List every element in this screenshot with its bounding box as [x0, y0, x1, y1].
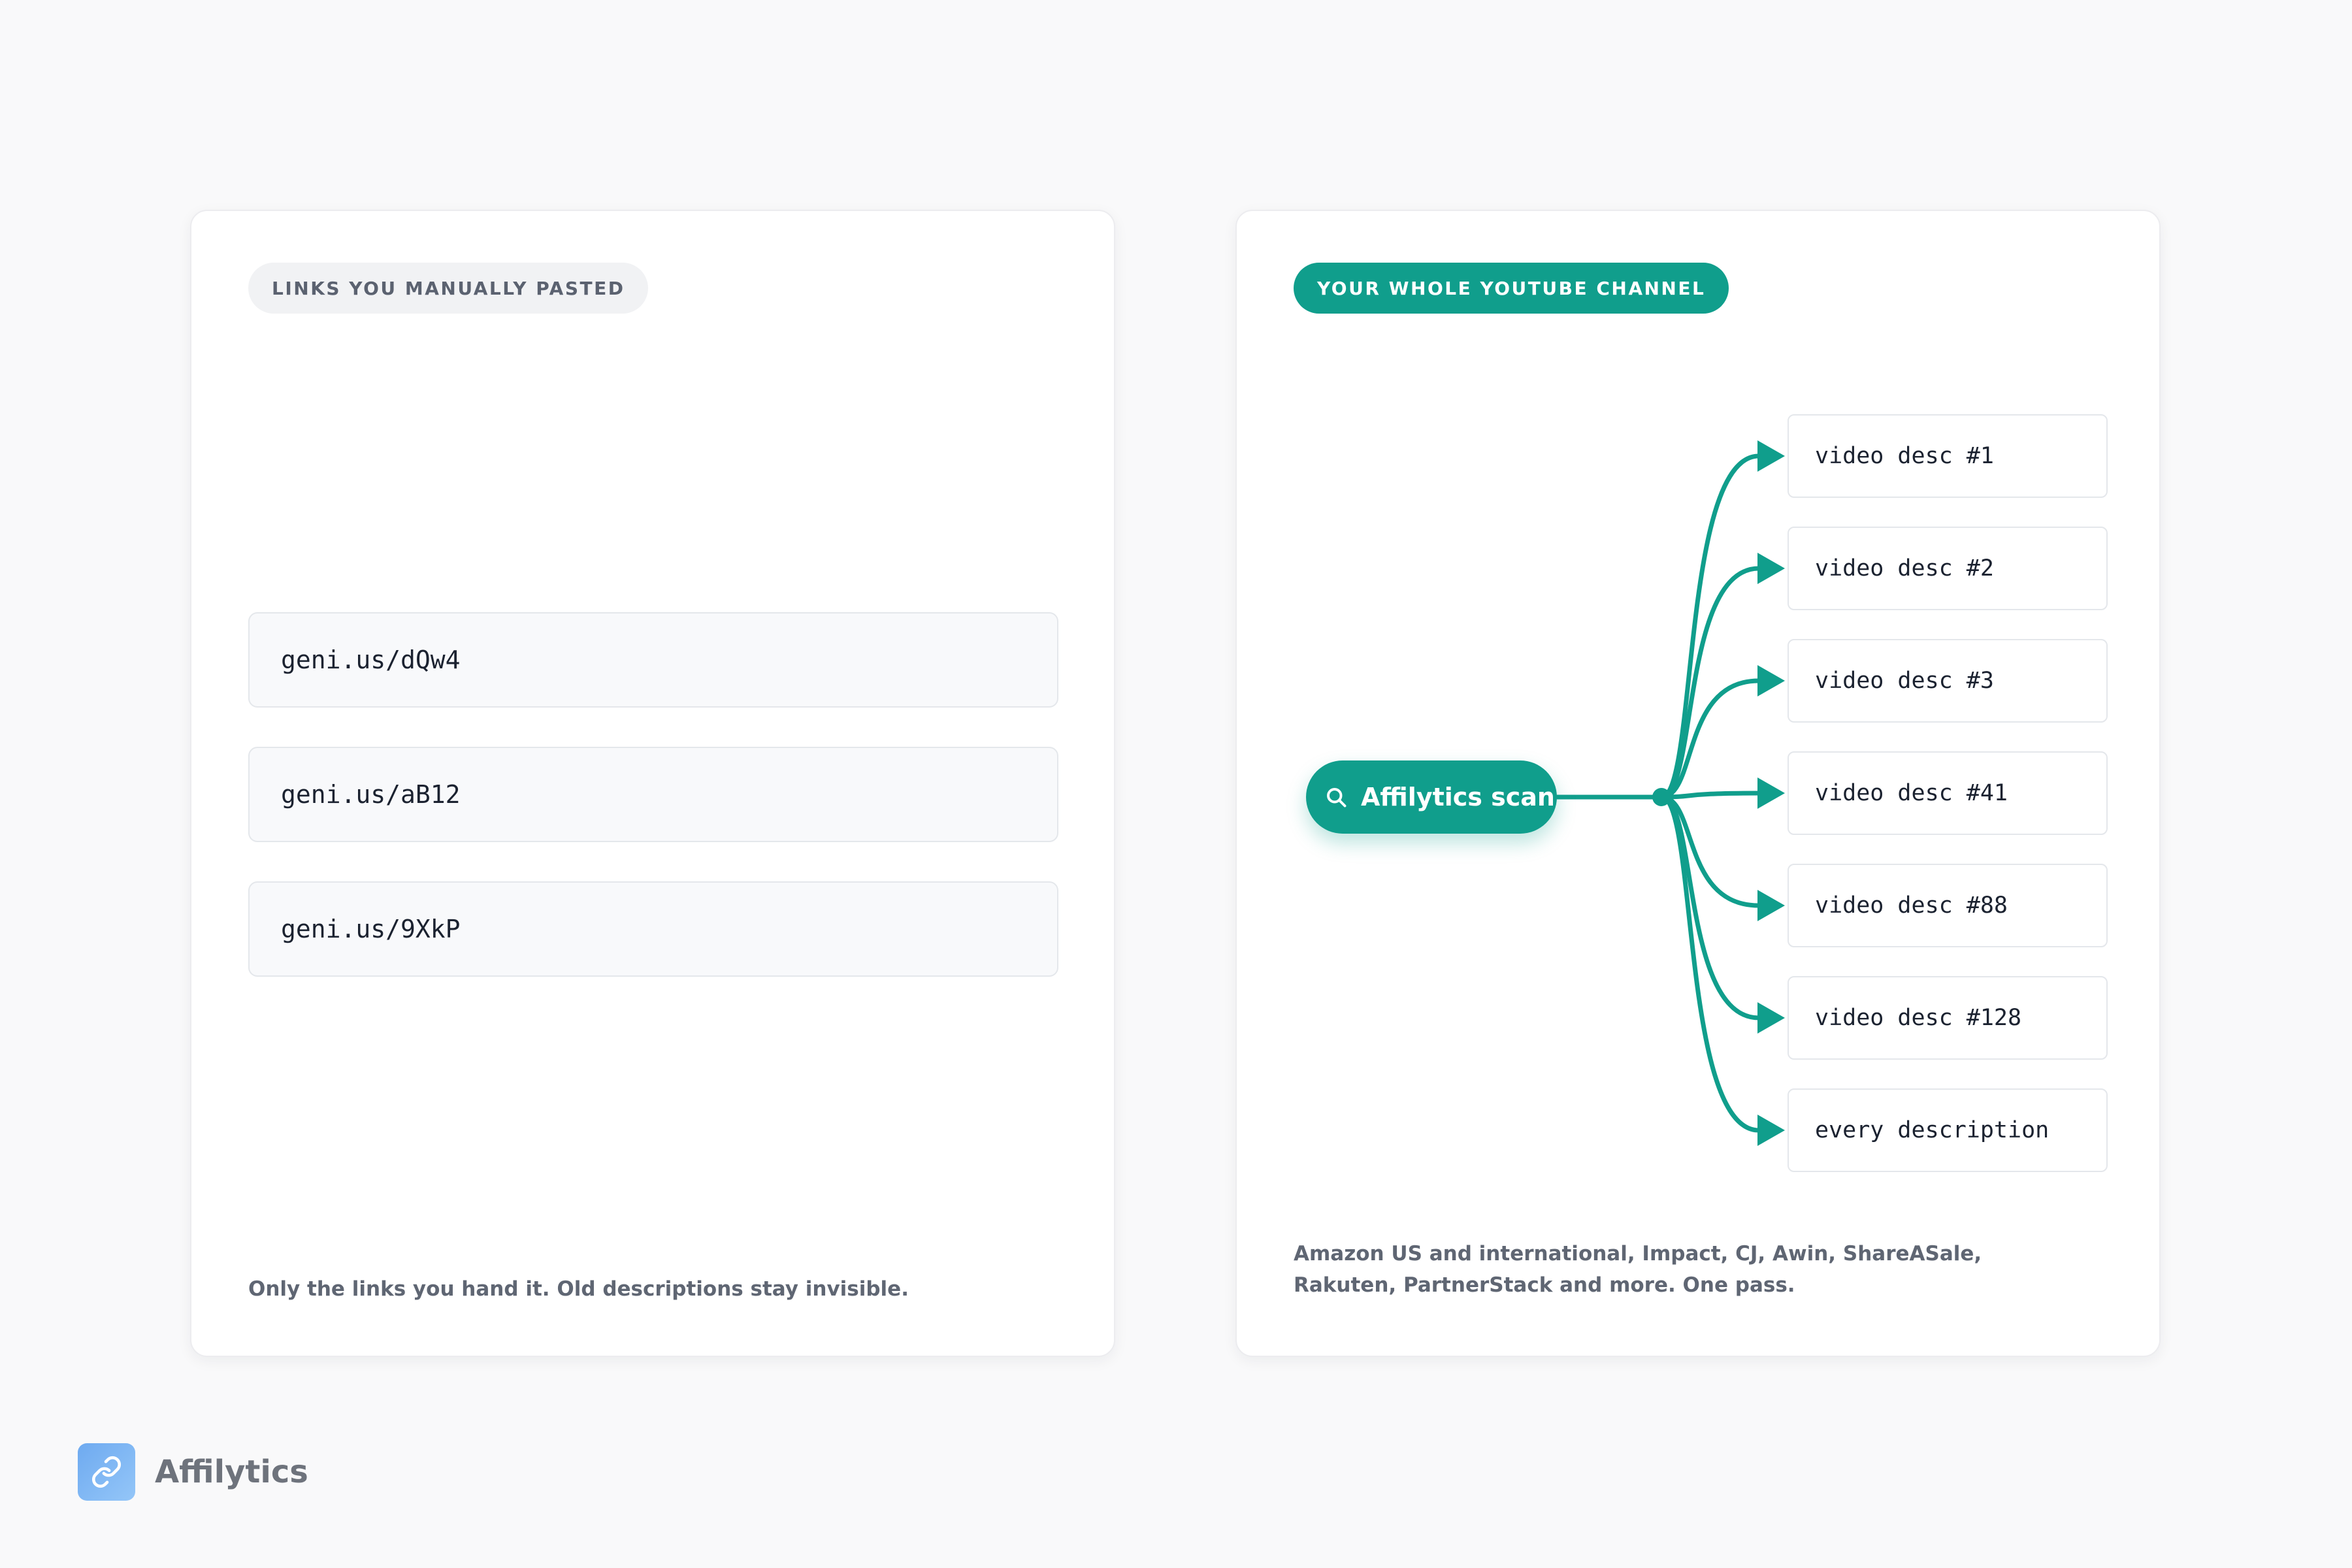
- video-description-box: video desc #88: [1788, 864, 2108, 947]
- arrow-head: [1757, 777, 1785, 809]
- video-description-box: video desc #3: [1788, 639, 2108, 723]
- link-row: geni.us/aB12: [248, 747, 1058, 842]
- branch-line: [1659, 453, 1761, 800]
- video-description-box: video desc #128: [1788, 976, 2108, 1060]
- channel-scan-card: YOUR WHOLE YOUTUBE CHANNEL video desc #1…: [1235, 210, 2161, 1357]
- arrow-head: [1757, 1002, 1785, 1034]
- branch-line: [1659, 791, 1761, 800]
- arrow-head: [1757, 665, 1785, 696]
- link-icon: [78, 1443, 135, 1501]
- brand-lockup: Affilytics: [78, 1443, 308, 1501]
- channel-caption: Amazon US and international, Impact, CJ,…: [1294, 1242, 1982, 1297]
- scan-button-label: Affilytics scan: [1361, 783, 1555, 811]
- branch-hub: [1652, 788, 1671, 806]
- video-description-box: every description: [1788, 1088, 2108, 1172]
- manual-links-caption: Only the links you hand it. Old descript…: [248, 1277, 909, 1301]
- arrow-head: [1757, 440, 1785, 472]
- arrow-head: [1757, 1115, 1785, 1146]
- link-row: geni.us/dQw4: [248, 612, 1058, 708]
- link-row: geni.us/9XkP: [248, 881, 1058, 977]
- manual-links-badge: LINKS YOU MANUALLY PASTED: [248, 263, 649, 314]
- brand-name: Affilytics: [155, 1454, 308, 1490]
- affilytics-scan-button[interactable]: Affilytics scan: [1306, 760, 1557, 834]
- manual-links-card: LINKS YOU MANUALLY PASTED geni.us/dQw4 g…: [190, 210, 1115, 1357]
- search-icon: [1324, 784, 1350, 810]
- arrow-head: [1757, 890, 1785, 921]
- video-description-box: video desc #41: [1788, 751, 2108, 835]
- arrow-head: [1757, 553, 1785, 584]
- video-description-box: video desc #1: [1788, 414, 2108, 498]
- video-description-box: video desc #2: [1788, 527, 2108, 610]
